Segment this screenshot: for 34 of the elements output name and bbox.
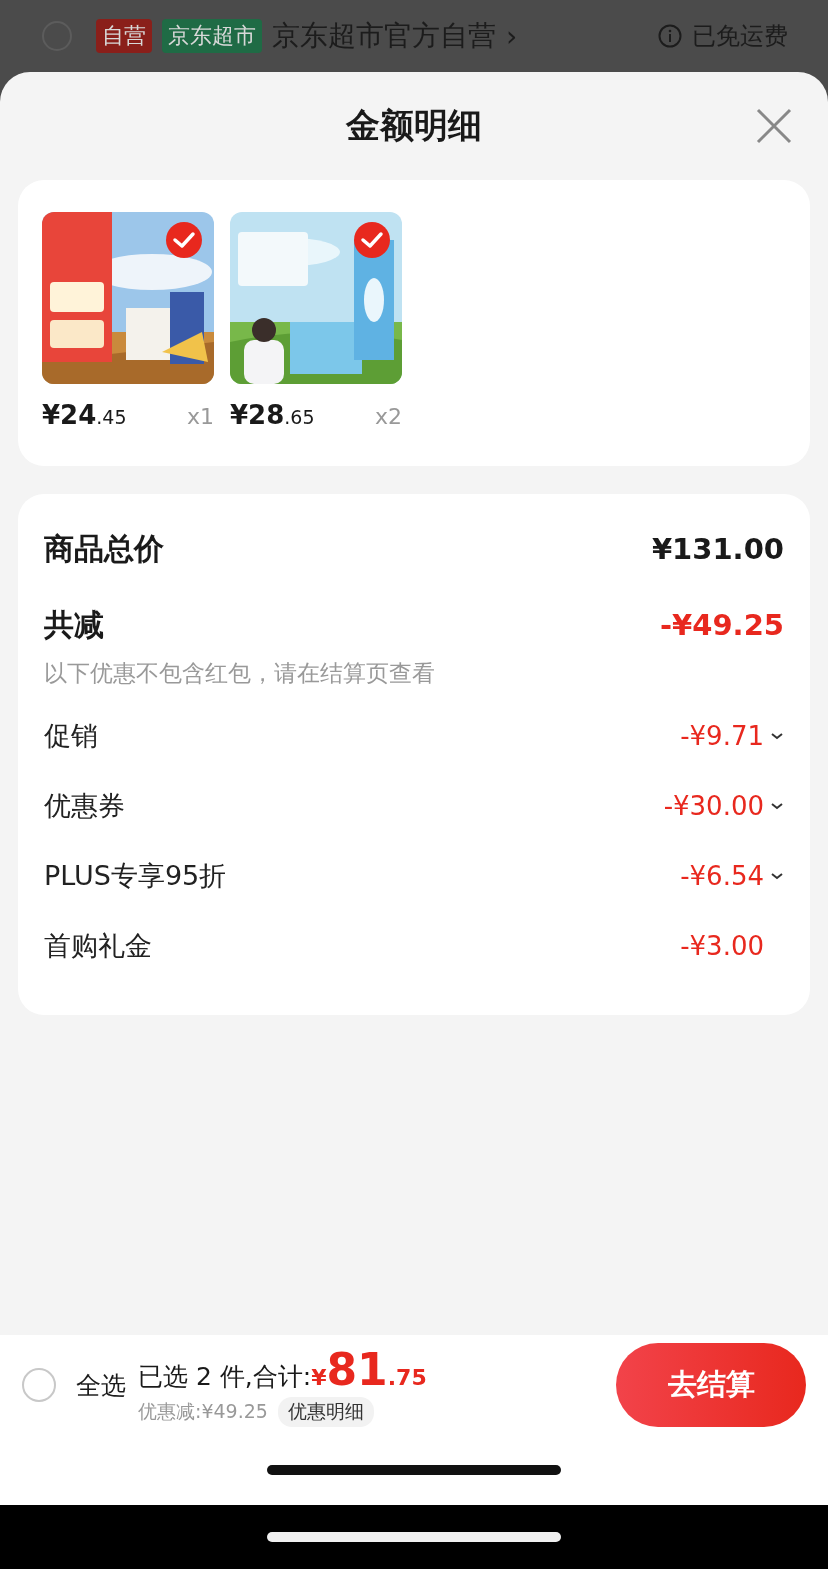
total-value: ¥131.00 — [651, 532, 784, 566]
check-icon[interactable] — [354, 222, 390, 258]
product-price: ¥28.65 — [230, 400, 315, 430]
product-price: ¥24.45 — [42, 400, 127, 430]
store-tag: 自营 — [96, 19, 152, 53]
discount-value: -¥30.00 — [663, 791, 764, 821]
caret-icon[interactable] — [770, 871, 784, 881]
discount-value: -¥6.54 — [680, 861, 764, 891]
reduction-label: 共减 — [44, 605, 104, 644]
discount-value: -¥9.71 — [680, 721, 764, 751]
discount-label: PLUS专享95折 — [44, 859, 227, 893]
discount-label: 优惠券 — [44, 789, 125, 823]
product-quantity: x2 — [374, 404, 402, 429]
discount-label: 促销 — [44, 719, 98, 753]
caret-icon[interactable] — [770, 731, 784, 741]
select-all-label[interactable]: 全选 — [76, 1368, 126, 1402]
discount-amount: 优惠减:¥49.25 — [138, 1398, 268, 1424]
total-label: 商品总价 — [44, 529, 164, 568]
sheet-title: 金额明细 — [346, 104, 482, 147]
discount-note: 以下优惠不包含红包，请在结算页查看 — [44, 659, 436, 688]
store-tag: 京东超市 — [162, 19, 262, 53]
total-amount: ¥81.75 — [311, 1343, 427, 1395]
selected-summary: 已选 2 件,合计: — [138, 1360, 312, 1393]
caret-icon[interactable] — [770, 801, 784, 811]
discount-value: -¥3.00 — [680, 931, 764, 961]
discount-label: 首购礼金 — [44, 929, 152, 963]
info-icon[interactable] — [658, 24, 682, 48]
reduction-value: -¥49.25 — [660, 608, 784, 642]
checkout-button[interactable]: 去结算 — [616, 1343, 806, 1427]
check-icon[interactable] — [166, 222, 202, 258]
discount-details-button[interactable]: 优惠明细 — [277, 1396, 374, 1427]
product-quantity: x1 — [186, 404, 214, 429]
select-all-checkbox[interactable] — [22, 1368, 56, 1402]
close-icon[interactable] — [756, 108, 792, 144]
